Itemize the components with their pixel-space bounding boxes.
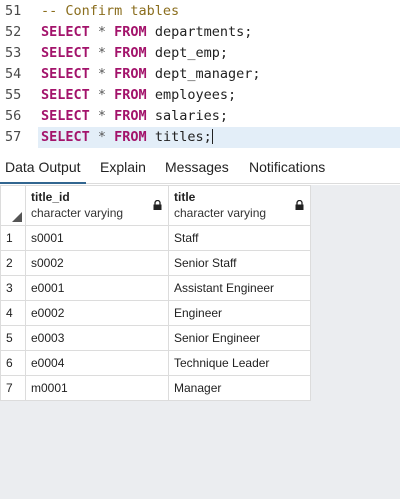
cell-title[interactable]: Assistant Engineer [168,275,311,301]
sql-token: dept_manager; [146,66,261,82]
tab-notifications[interactable]: Notifications [244,154,330,184]
line-number: 55 [5,87,22,103]
sql-comment: -- Confirm tables [41,3,180,19]
sql-token: * [89,45,115,61]
line-number: 54 [5,66,22,82]
cell-title-id[interactable]: e0004 [25,350,169,376]
code-text: -- Confirm tables [41,1,179,22]
row-number[interactable]: 5 [0,325,26,351]
code-text: SELECT * FROM employees; [41,85,236,106]
grid-corner[interactable] [0,185,26,226]
table-row[interactable]: 5 e0003 Senior Engineer [0,325,311,351]
row-number[interactable]: 3 [0,275,26,301]
sql-token: departments; [146,24,253,40]
sql-token: salaries; [146,108,228,124]
sql-keyword: SELECT [41,45,90,61]
cell-title[interactable]: Senior Staff [168,250,311,276]
sql-keyword: FROM [114,66,147,82]
cell-title[interactable]: Staff [168,225,311,251]
code-line[interactable]: 55 SELECT * FROM employees; [0,85,400,106]
code-line[interactable]: 51 -- Confirm tables [0,1,400,22]
line-number: 56 [5,108,22,124]
code-line[interactable]: 54 SELECT * FROM dept_manager; [0,64,400,85]
tab-messages[interactable]: Messages [160,154,234,184]
code-line[interactable]: 56 SELECT * FROM salaries; [0,106,400,127]
sort-triangle-icon [12,212,22,222]
tab-explain[interactable]: Explain [95,154,151,184]
cell-title-id[interactable]: s0001 [25,225,169,251]
data-output-panel: title_id character varying title charact… [0,185,400,499]
table-row[interactable]: 7 m0001 Manager [0,375,311,401]
cell-title-id[interactable]: e0001 [25,275,169,301]
cell-title-id[interactable]: e0003 [25,325,169,351]
sql-token: titles; [146,129,212,145]
lock-icon [295,200,304,210]
sql-keyword: SELECT [41,66,90,82]
code-text: SELECT * FROM titles; [41,127,213,148]
sql-keyword: FROM [114,108,147,124]
row-number[interactable]: 2 [0,250,26,276]
tab-data-output[interactable]: Data Output [0,154,86,184]
code-text: SELECT * FROM dept_emp; [41,43,228,64]
results-grid: title_id character varying title charact… [0,185,311,401]
row-number[interactable]: 7 [0,375,26,401]
table-row[interactable]: 4 e0002 Engineer [0,300,311,326]
table-row[interactable]: 3 e0001 Assistant Engineer [0,275,311,301]
row-number[interactable]: 1 [0,225,26,251]
table-row[interactable]: 6 e0004 Technique Leader [0,350,311,376]
code-line[interactable]: 53 SELECT * FROM dept_emp; [0,43,400,64]
sql-keyword: FROM [114,24,147,40]
cell-title-id[interactable]: e0002 [25,300,169,326]
code-text: SELECT * FROM dept_manager; [41,64,260,85]
code-text: SELECT * FROM salaries; [41,106,228,127]
results-tabbar: Data Output Explain Messages Notificatio… [0,154,400,184]
sql-keyword: FROM [114,129,147,145]
column-header-title-id[interactable]: title_id character varying [25,185,169,226]
cell-title[interactable]: Technique Leader [168,350,311,376]
column-type: character varying [31,206,124,220]
cell-title-id[interactable]: s0002 [25,250,169,276]
line-number: 52 [5,24,22,40]
sql-token: dept_emp; [146,45,228,61]
line-number: 57 [5,129,22,145]
row-number[interactable]: 4 [0,300,26,326]
sql-token: * [89,24,115,40]
query-editor[interactable]: 51 -- Confirm tables 52 SELECT * FROM depar… [0,0,400,154]
column-name: title_id [31,190,70,204]
sql-keyword: SELECT [41,87,90,103]
cell-title[interactable]: Engineer [168,300,311,326]
row-number[interactable]: 6 [0,350,26,376]
cell-title[interactable]: Manager [168,375,311,401]
table-row[interactable]: 2 s0002 Senior Staff [0,250,311,276]
column-type: character varying [174,206,267,220]
sql-token: employees; [146,87,237,103]
code-line[interactable]: 52 SELECT * FROM departments; [0,22,400,43]
cell-title[interactable]: Senior Engineer [168,325,311,351]
line-number: 51 [5,3,22,19]
line-number: 53 [5,45,22,61]
sql-keyword: FROM [114,87,147,103]
cell-title-id[interactable]: m0001 [25,375,169,401]
text-cursor [211,129,213,144]
sql-token: * [89,87,115,103]
sql-keyword: FROM [114,45,147,61]
sql-token: * [89,129,115,145]
sql-token: * [89,66,115,82]
column-name: title [174,190,196,204]
sql-keyword: SELECT [41,24,90,40]
sql-keyword: SELECT [41,108,90,124]
table-row[interactable]: 1 s0001 Staff [0,225,311,251]
column-header-title[interactable]: title character varying [168,185,311,226]
sql-keyword: SELECT [41,129,90,145]
sql-token: * [89,108,115,124]
code-text: SELECT * FROM departments; [41,22,252,43]
lock-icon [153,200,162,210]
code-line[interactable]: 57 SELECT * FROM titles; [0,127,400,148]
